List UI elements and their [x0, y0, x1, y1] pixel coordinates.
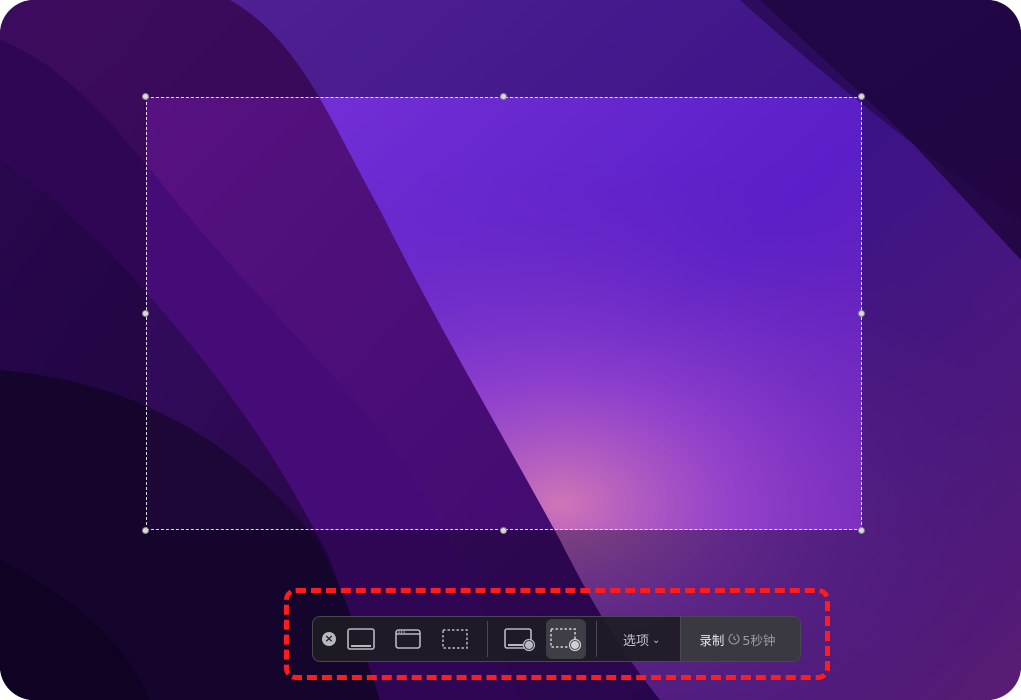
- toolbar-separator: [487, 621, 488, 657]
- capture-entire-screen-button[interactable]: [341, 619, 381, 659]
- close-icon: ×: [324, 632, 334, 645]
- selection-icon: [442, 629, 468, 649]
- capture-window-button[interactable]: [388, 619, 428, 659]
- desktop-screen: × 选项 ⌄ 录制 5秒钟: [0, 0, 1021, 700]
- record-selection-button[interactable]: [546, 619, 586, 659]
- options-menu-button[interactable]: 选项 ⌄: [597, 617, 680, 661]
- chevron-down-icon: ⌄: [652, 634, 661, 646]
- full-screen-icon: [347, 628, 375, 650]
- record-entire-screen-button[interactable]: [500, 619, 540, 659]
- resize-handle-left[interactable]: [142, 310, 149, 317]
- resize-handle-top-right[interactable]: [858, 93, 865, 100]
- close-button[interactable]: ×: [322, 632, 336, 646]
- capture-selection-button[interactable]: [435, 619, 475, 659]
- record-screen-icon: [504, 628, 536, 652]
- window-icon: [395, 629, 421, 649]
- resize-handle-right[interactable]: [858, 310, 865, 317]
- timer-icon: [728, 633, 740, 645]
- options-label: 选项: [623, 633, 650, 649]
- record-label: 录制: [699, 632, 725, 648]
- record-selection-icon: [550, 628, 582, 652]
- screenshot-toolbar: × 选项 ⌄ 录制 5秒钟: [312, 616, 801, 662]
- record-button[interactable]: 录制 5秒钟: [680, 617, 800, 661]
- resize-handle-bottom[interactable]: [500, 527, 507, 534]
- resize-handle-bottom-right[interactable]: [858, 527, 865, 534]
- resize-handle-top-left[interactable]: [142, 93, 149, 100]
- resize-handle-bottom-left[interactable]: [142, 527, 149, 534]
- resize-handle-top[interactable]: [500, 93, 507, 100]
- timer-label: 5秒钟: [742, 632, 776, 648]
- selection-area[interactable]: [146, 97, 862, 530]
